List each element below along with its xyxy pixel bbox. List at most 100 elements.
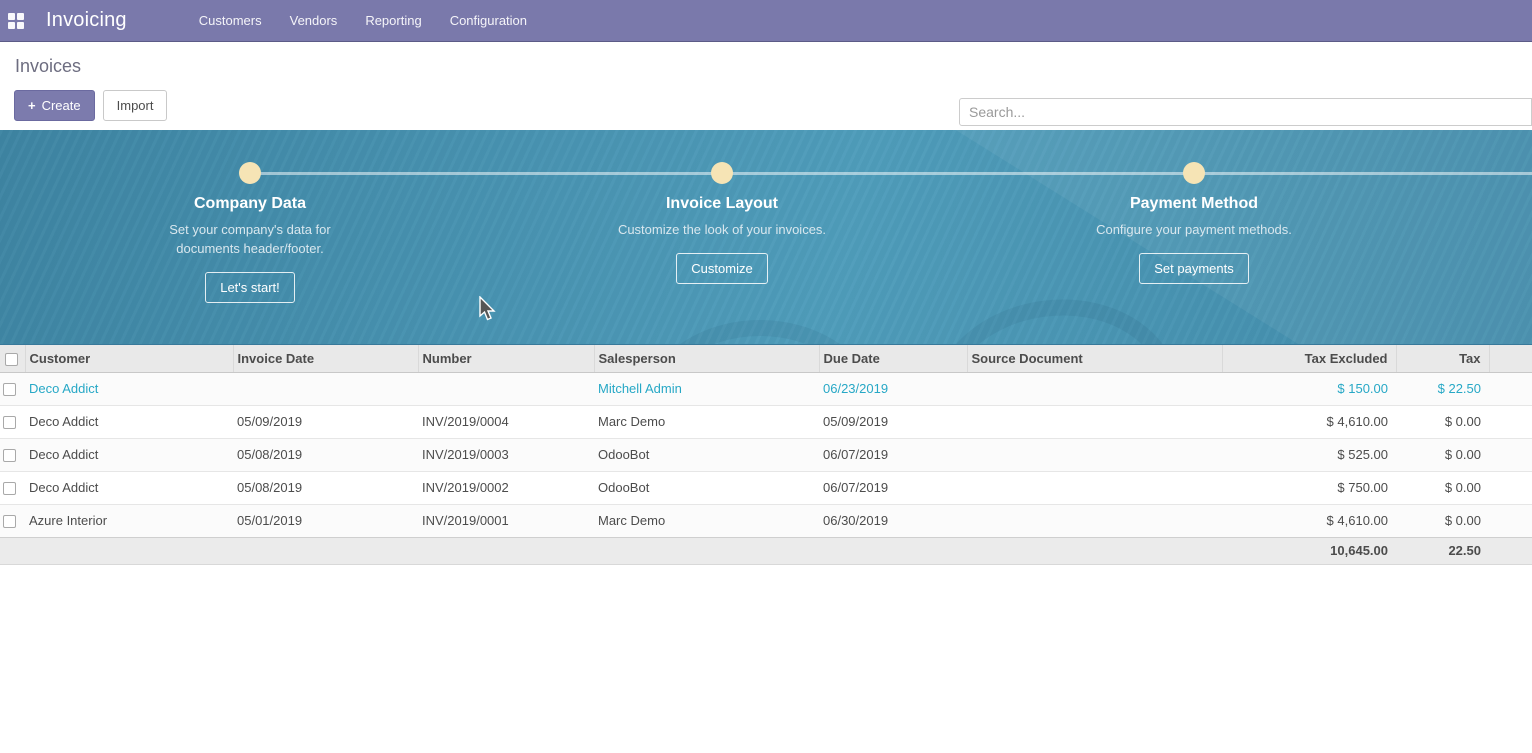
- cell-due-date[interactable]: 06/30/2019: [819, 504, 967, 537]
- customize-button[interactable]: Customize: [676, 253, 767, 284]
- cell-source-document[interactable]: [967, 471, 1222, 504]
- nav-item-vendors[interactable]: Vendors: [276, 0, 352, 41]
- cell-salesperson[interactable]: OdooBot: [594, 438, 819, 471]
- step-dot-icon: [711, 162, 733, 184]
- cell-invoice-date[interactable]: 05/01/2019: [233, 504, 418, 537]
- step-dot-icon: [1183, 162, 1205, 184]
- search-input[interactable]: [959, 98, 1532, 126]
- select-all-checkbox[interactable]: [5, 353, 18, 366]
- nav-menu: Customers Vendors Reporting Configuratio…: [185, 0, 541, 41]
- cell-invoice-date[interactable]: [233, 372, 418, 405]
- onboarding-step-company-data: Company Data Set your company's data for…: [100, 162, 400, 303]
- cell-tax[interactable]: $ 0.00: [1396, 471, 1489, 504]
- nav-item-customers[interactable]: Customers: [185, 0, 276, 41]
- column-header-customer[interactable]: Customer: [25, 345, 233, 372]
- top-nav-bar: Invoicing Customers Vendors Reporting Co…: [0, 0, 1532, 42]
- cell-customer[interactable]: Deco Addict: [25, 471, 233, 504]
- table-row[interactable]: Deco Addict 05/08/2019 INV/2019/0003 Odo…: [0, 438, 1532, 471]
- row-checkbox[interactable]: [3, 482, 16, 495]
- cell-tax-excluded[interactable]: $ 750.00: [1222, 471, 1396, 504]
- cell-salesperson[interactable]: Marc Demo: [594, 405, 819, 438]
- table-row[interactable]: Azure Interior 05/01/2019 INV/2019/0001 …: [0, 504, 1532, 537]
- table-row[interactable]: Deco Addict 05/09/2019 INV/2019/0004 Mar…: [0, 405, 1532, 438]
- column-header-source-document[interactable]: Source Document: [967, 345, 1222, 372]
- cell-customer[interactable]: Azure Interior: [25, 504, 233, 537]
- cell-number[interactable]: INV/2019/0003: [418, 438, 594, 471]
- nav-item-configuration[interactable]: Configuration: [436, 0, 541, 41]
- onboarding-step-payment-method: Payment Method Configure your payment me…: [1044, 162, 1344, 284]
- table-row[interactable]: Deco Addict 05/08/2019 INV/2019/0002 Odo…: [0, 471, 1532, 504]
- cell-customer[interactable]: Deco Addict: [25, 438, 233, 471]
- cell-due-date[interactable]: 06/07/2019: [819, 438, 967, 471]
- cell-salesperson[interactable]: Marc Demo: [594, 504, 819, 537]
- cell-number[interactable]: INV/2019/0004: [418, 405, 594, 438]
- app-title[interactable]: Invoicing: [46, 9, 127, 32]
- cell-number[interactable]: INV/2019/0001: [418, 504, 594, 537]
- set-payments-button[interactable]: Set payments: [1139, 253, 1249, 284]
- create-button[interactable]: + Create: [14, 90, 95, 121]
- table-row[interactable]: Deco Addict Mitchell Admin 06/23/2019 $ …: [0, 372, 1532, 405]
- cell-tax[interactable]: $ 0.00: [1396, 504, 1489, 537]
- row-checkbox[interactable]: [3, 416, 16, 429]
- cell-tax-excluded[interactable]: $ 525.00: [1222, 438, 1396, 471]
- cell-invoice-date[interactable]: 05/09/2019: [233, 405, 418, 438]
- step-title: Payment Method: [1044, 195, 1344, 213]
- import-button[interactable]: Import: [103, 90, 168, 121]
- row-checkbox[interactable]: [3, 515, 16, 528]
- cell-customer[interactable]: Deco Addict: [25, 372, 233, 405]
- apps-grid-icon[interactable]: [8, 13, 24, 29]
- cell-source-document[interactable]: [967, 504, 1222, 537]
- step-title: Invoice Layout: [572, 195, 872, 213]
- onboarding-banner: Company Data Set your company's data for…: [0, 130, 1532, 345]
- cell-source-document[interactable]: [967, 438, 1222, 471]
- step-description: Configure your payment methods.: [1083, 220, 1305, 239]
- cell-due-date[interactable]: 06/23/2019: [819, 372, 967, 405]
- cell-tax[interactable]: $ 0.00: [1396, 438, 1489, 471]
- cell-invoice-date[interactable]: 05/08/2019: [233, 471, 418, 504]
- cell-invoice-date[interactable]: 05/08/2019: [233, 438, 418, 471]
- invoice-list-view: Customer Invoice Date Number Salesperson…: [0, 345, 1532, 565]
- cell-number[interactable]: [418, 372, 594, 405]
- page-title: Invoices: [15, 56, 81, 77]
- step-dot-icon: [239, 162, 261, 184]
- step-description: Set your company's data for documents he…: [139, 220, 361, 258]
- column-header-due-date[interactable]: Due Date: [819, 345, 967, 372]
- cell-due-date[interactable]: 05/09/2019: [819, 405, 967, 438]
- cell-source-document[interactable]: [967, 405, 1222, 438]
- cell-tax[interactable]: $ 0.00: [1396, 405, 1489, 438]
- row-checkbox[interactable]: [3, 383, 16, 396]
- cell-source-document[interactable]: [967, 372, 1222, 405]
- cell-number[interactable]: INV/2019/0002: [418, 471, 594, 504]
- invoice-table: Customer Invoice Date Number Salesperson…: [0, 345, 1532, 565]
- cell-spacer: [1489, 372, 1532, 405]
- cell-spacer: [1489, 471, 1532, 504]
- invoicing-app-screen: Invoicing Customers Vendors Reporting Co…: [0, 0, 1532, 753]
- mouse-cursor-icon: [478, 296, 497, 323]
- nav-item-reporting[interactable]: Reporting: [351, 0, 435, 41]
- column-header-invoice-date[interactable]: Invoice Date: [233, 345, 418, 372]
- row-checkbox[interactable]: [3, 449, 16, 462]
- create-button-label: Create: [42, 98, 81, 113]
- cell-tax-excluded[interactable]: $ 4,610.00: [1222, 405, 1396, 438]
- column-header-tax-excluded[interactable]: Tax Excluded: [1222, 345, 1396, 372]
- cell-tax[interactable]: $ 22.50: [1396, 372, 1489, 405]
- onboarding-step-invoice-layout: Invoice Layout Customize the look of you…: [572, 162, 872, 284]
- table-totals-row: 10,645.00 22.50: [0, 537, 1532, 564]
- column-header-tax[interactable]: Tax: [1396, 345, 1489, 372]
- cell-spacer: [1489, 405, 1532, 438]
- cell-due-date[interactable]: 06/07/2019: [819, 471, 967, 504]
- cell-salesperson[interactable]: OdooBot: [594, 471, 819, 504]
- table-header-row: Customer Invoice Date Number Salesperson…: [0, 345, 1532, 372]
- cell-spacer: [1489, 438, 1532, 471]
- lets-start-button[interactable]: Let's start!: [205, 272, 295, 303]
- column-header-spacer: [1489, 345, 1532, 372]
- cell-spacer: [1489, 504, 1532, 537]
- cell-customer[interactable]: Deco Addict: [25, 405, 233, 438]
- cell-salesperson[interactable]: Mitchell Admin: [594, 372, 819, 405]
- cell-tax-excluded[interactable]: $ 150.00: [1222, 372, 1396, 405]
- cell-tax-excluded[interactable]: $ 4,610.00: [1222, 504, 1396, 537]
- column-header-number[interactable]: Number: [418, 345, 594, 372]
- action-buttons: + Create Import: [14, 90, 167, 121]
- step-description: Customize the look of your invoices.: [611, 220, 833, 239]
- column-header-salesperson[interactable]: Salesperson: [594, 345, 819, 372]
